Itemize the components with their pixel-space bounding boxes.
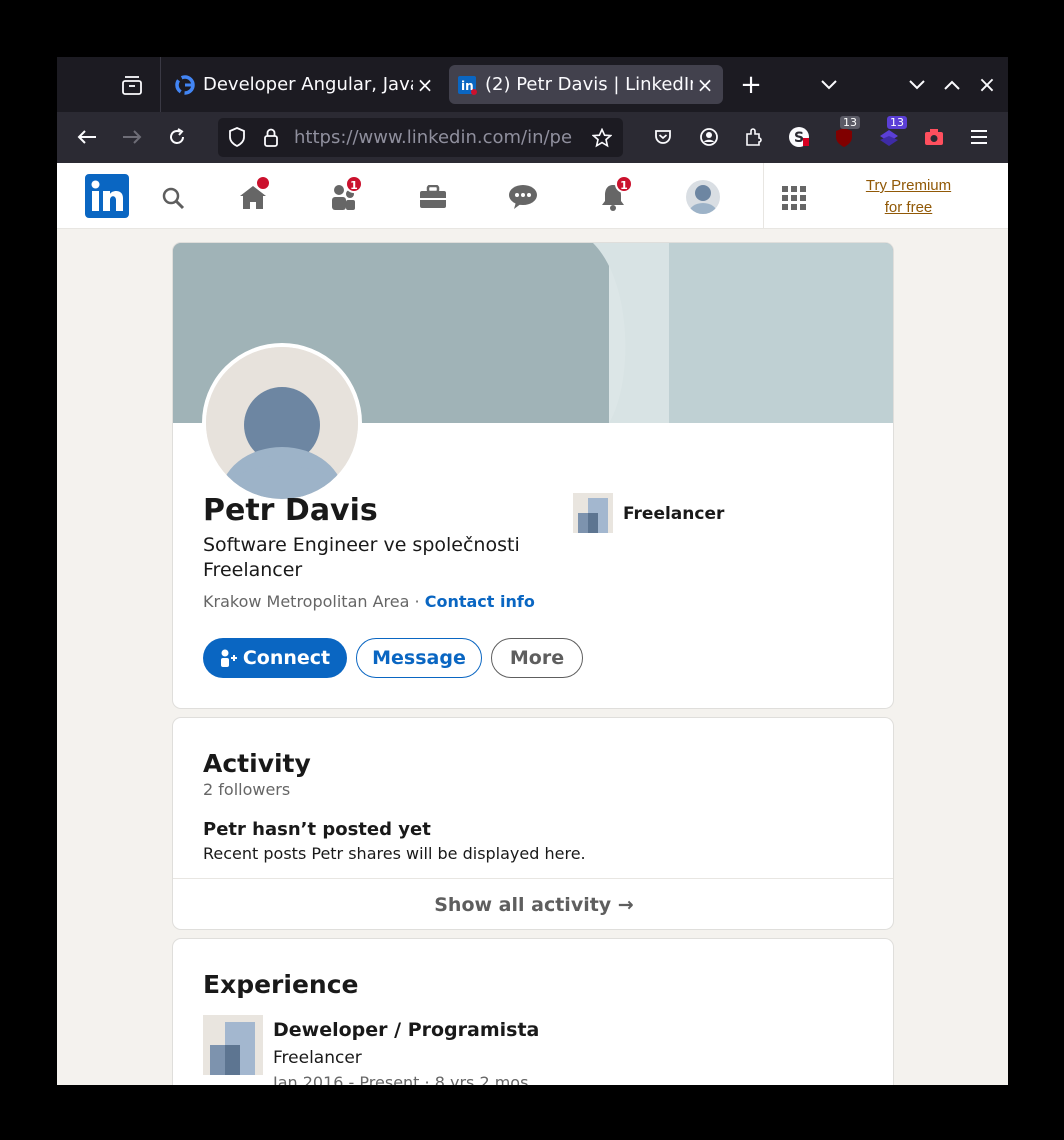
location-text: Krakow Metropolitan Area: [203, 592, 410, 611]
back-icon[interactable]: [73, 123, 101, 151]
tab-list-icon[interactable]: [815, 71, 843, 99]
profile-headline: Software Engineer ve společnosti Freelan…: [203, 534, 520, 581]
lock-icon[interactable]: [260, 126, 282, 148]
more-button[interactable]: More: [491, 638, 583, 678]
close-window-icon[interactable]: ×: [973, 71, 1001, 99]
svg-text:S: S: [794, 130, 804, 146]
network-icon[interactable]: 1: [327, 175, 363, 213]
linkedin-logo-icon[interactable]: [85, 174, 129, 218]
experience-role: Deweloper / Programista: [273, 1019, 540, 1041]
add-person-icon: [220, 649, 238, 667]
activity-title: Activity: [203, 749, 311, 778]
experience-card: Experience Deweloper / Programista Freel…: [172, 938, 894, 1085]
header-divider: [763, 163, 764, 229]
tab-title: (2) Petr Davis | LinkedIn: [485, 74, 693, 95]
experience-dates: Jan 2016 - Present · 8 yrs 2 mos: [273, 1073, 529, 1085]
separator-dot: ·: [409, 592, 425, 611]
premium-line-2: for free: [884, 199, 933, 216]
shield-icon[interactable]: [226, 126, 248, 148]
pocket-icon[interactable]: [649, 123, 677, 151]
message-button[interactable]: Message: [356, 638, 482, 678]
no-posts-description: Recent posts Petr shares will be display…: [203, 844, 586, 863]
me-avatar[interactable]: [686, 180, 720, 214]
new-tab-icon[interactable]: +: [737, 70, 765, 100]
close-tab-icon[interactable]: ×: [693, 73, 717, 97]
location-line: Krakow Metropolitan Area · Contact info: [203, 592, 535, 611]
tab-separator: [160, 57, 161, 112]
tab-google[interactable]: Developer Angular, Java, ×: [167, 65, 443, 104]
forward-icon[interactable]: [118, 123, 146, 151]
google-icon: [175, 74, 195, 95]
screenshot-icon[interactable]: [920, 123, 948, 151]
extension-badge: 13: [840, 116, 860, 129]
tab-linkedin[interactable]: in (2) Petr Davis | LinkedIn ×: [449, 65, 723, 104]
try-premium-link[interactable]: Try Premium for free: [847, 175, 970, 219]
current-company[interactable]: Freelancer: [623, 504, 724, 524]
account-icon[interactable]: [695, 123, 723, 151]
activity-card: Activity 2 followers Petr hasn’t posted …: [172, 717, 894, 930]
notification-dot: [255, 175, 271, 191]
profile-name: Petr Davis: [203, 493, 378, 528]
experience-company-logo[interactable]: [203, 1015, 263, 1075]
jobs-icon[interactable]: [417, 181, 449, 213]
url-text[interactable]: https://www.linkedin.com/in/pe: [294, 127, 584, 148]
extension-badge: 13: [887, 116, 907, 129]
show-all-activity-button[interactable]: Show all activity →: [173, 879, 893, 929]
linkedin-header: 1 1 Try Premium for free: [57, 163, 1008, 229]
notification-badge: 1: [345, 175, 363, 193]
messaging-icon[interactable]: [507, 181, 539, 213]
url-bar[interactable]: https://www.linkedin.com/in/pe: [218, 118, 623, 157]
nav-bar: https://www.linkedin.com/in/pe S 13 13: [57, 112, 1008, 163]
close-tab-icon[interactable]: ×: [413, 73, 437, 97]
menu-icon[interactable]: [965, 123, 993, 151]
reload-icon[interactable]: [163, 123, 191, 151]
experience-company: Freelancer: [273, 1048, 362, 1068]
notifications-icon[interactable]: 1: [597, 175, 633, 213]
browser-window: Developer Angular, Java, × in (2) Petr D…: [57, 57, 1008, 1085]
connect-button[interactable]: Connect: [203, 638, 347, 678]
search-icon[interactable]: [159, 184, 187, 212]
profile-card: Petr Davis Software Engineer ve společno…: [172, 242, 894, 709]
followers-count[interactable]: 2 followers: [203, 780, 290, 799]
premium-line-1: Try Premium: [865, 177, 952, 194]
tab-title: Developer Angular, Java,: [203, 74, 413, 95]
profile-photo[interactable]: [202, 343, 362, 503]
tab-strip: Developer Angular, Java, × in (2) Petr D…: [57, 57, 1008, 112]
contact-info-link[interactable]: Contact info: [425, 592, 535, 611]
layers-extension-icon[interactable]: 13: [875, 116, 907, 151]
connect-label: Connect: [242, 647, 331, 669]
s-extension-icon[interactable]: S: [785, 123, 813, 151]
maximize-icon[interactable]: [938, 71, 966, 99]
bookmark-star-icon[interactable]: [590, 126, 614, 150]
company-logo[interactable]: [573, 493, 613, 533]
experience-title: Experience: [203, 970, 359, 999]
extensions-icon[interactable]: [740, 123, 768, 151]
no-posts-title: Petr hasn’t posted yet: [203, 819, 431, 840]
tab-overview-icon[interactable]: [117, 71, 147, 99]
notification-badge: 1: [615, 175, 633, 193]
apps-grid-icon[interactable]: [779, 183, 809, 213]
ublock-icon[interactable]: 13: [830, 116, 860, 151]
home-icon[interactable]: [237, 175, 271, 213]
minimize-icon[interactable]: [903, 71, 931, 99]
linkedin-icon: in: [457, 75, 477, 95]
